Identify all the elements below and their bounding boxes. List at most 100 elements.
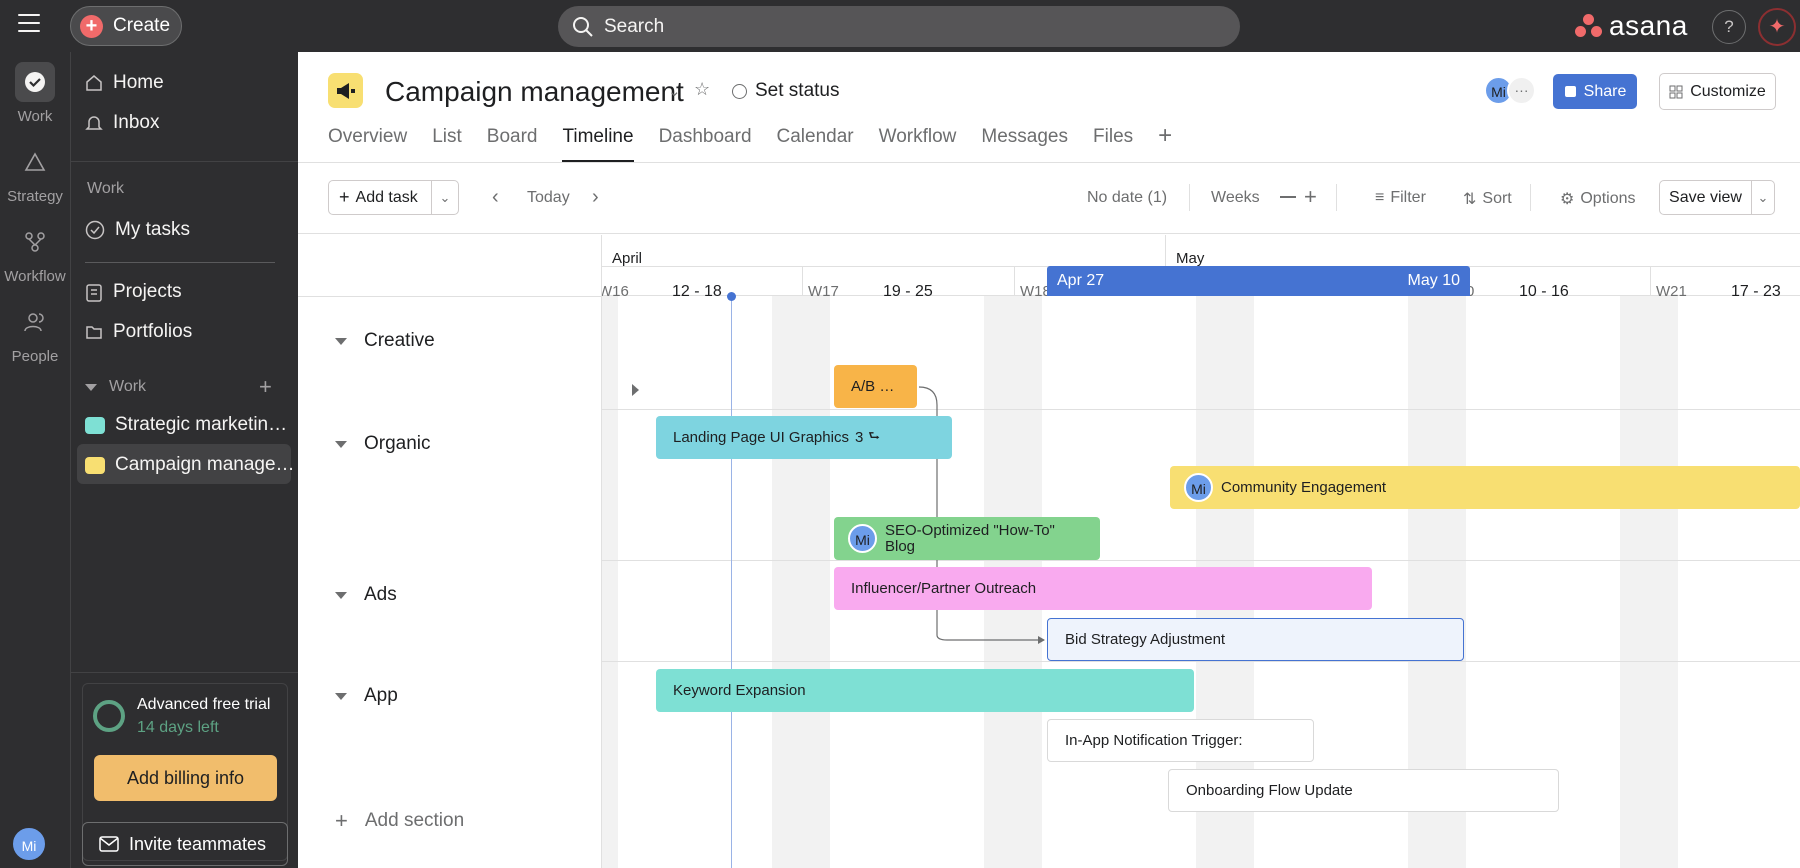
add-project-icon[interactable]: + (259, 374, 272, 400)
section-creative[interactable]: Creative (335, 330, 435, 352)
menu-icon[interactable] (18, 14, 40, 32)
sidebar-item-home[interactable]: Home (85, 72, 164, 94)
tab-messages[interactable]: Messages (981, 126, 1068, 162)
save-view-button[interactable]: Save view ⌄ (1659, 180, 1775, 215)
divider (298, 296, 602, 297)
share-label: Share (1583, 82, 1627, 100)
caret-down-icon (335, 692, 347, 700)
add-task-main[interactable]: + Add task (329, 181, 432, 214)
sidebar-item-inbox[interactable]: Inbox (85, 112, 159, 134)
search-input[interactable]: Search (558, 6, 1240, 47)
create-label: Create (113, 15, 171, 36)
no-date-button[interactable]: No date (1) (1087, 189, 1167, 207)
create-button[interactable]: + Create (70, 6, 182, 46)
filter-button[interactable]: ≡ Filter (1375, 189, 1426, 207)
task-label: Influencer/Partner Outreach (851, 580, 1037, 597)
section-organic[interactable]: Organic (335, 433, 431, 455)
next-icon[interactable]: › (592, 186, 599, 209)
task-label: Bid Strategy Adjustment (1065, 631, 1226, 648)
invite-label: Invite teammates (129, 833, 267, 854)
invite-teammates-button[interactable]: Invite teammates (82, 822, 288, 866)
sidebar-project-campaign[interactable]: Campaign manage… (85, 454, 295, 476)
task-bar[interactable]: Landing Page UI Graphics 3 ⮑ (656, 416, 952, 459)
options-label: Options (1580, 190, 1636, 207)
tab-calendar[interactable]: Calendar (777, 126, 854, 162)
section-label: App (364, 685, 398, 706)
tab-board[interactable]: Board (487, 126, 538, 162)
plus-icon: + (339, 187, 350, 207)
triangle-icon (15, 142, 55, 182)
project-tabs: Overview List Board Timeline Dashboard C… (328, 124, 1172, 162)
zoom-out-icon[interactable] (1280, 196, 1296, 198)
project-title[interactable]: Campaign management (385, 76, 684, 108)
add-section-button[interactable]: + Add section (335, 810, 464, 832)
sort-button[interactable]: ⇅ Sort (1463, 189, 1512, 209)
rail-item-strategy[interactable]: Strategy (0, 142, 70, 205)
add-billing-button[interactable]: Add billing info (94, 755, 277, 801)
task-bar[interactable]: A/B … (834, 365, 917, 408)
share-button[interactable]: Share (1553, 74, 1637, 109)
divider (298, 233, 1800, 234)
tab-list[interactable]: List (432, 126, 462, 162)
today-button[interactable]: Today (527, 189, 570, 207)
add-tab-icon[interactable]: + (1158, 124, 1172, 162)
section-label: Creative (364, 330, 435, 351)
rail-item-people[interactable]: People (0, 302, 70, 365)
task-bar[interactable]: Keyword Expansion (656, 669, 1194, 712)
section-ads[interactable]: Ads (335, 584, 397, 606)
options-button[interactable]: ⚙ Options (1560, 189, 1635, 209)
work-section-toggle[interactable]: Work (85, 378, 146, 396)
zoom-in-icon[interactable]: + (1304, 184, 1317, 210)
task-bar[interactable]: In-App Notification Trigger: (1047, 719, 1314, 762)
members-group[interactable]: Mi ··· (1484, 76, 1536, 105)
ai-sparkle-button[interactable]: ✦ (1758, 8, 1796, 46)
star-icon[interactable]: ☆ (694, 79, 710, 100)
save-view-label[interactable]: Save view (1660, 181, 1752, 214)
task-bar[interactable]: Influencer/Partner Outreach (834, 567, 1372, 610)
megaphone-icon[interactable] (328, 73, 363, 108)
section-app[interactable]: App (335, 685, 398, 707)
help-button[interactable]: ? (1712, 10, 1746, 44)
customize-button[interactable]: Customize (1659, 73, 1776, 110)
main-content: Campaign management ⌄ ☆ Set status Mi ··… (298, 52, 1800, 868)
sidebar-item-portfolios[interactable]: Portfolios (85, 321, 192, 343)
tab-timeline[interactable]: Timeline (562, 126, 634, 162)
sidebar-item-my-tasks[interactable]: My tasks (85, 219, 190, 241)
chevron-down-icon[interactable]: ⌄ (1752, 190, 1774, 206)
task-label: A/B … (851, 378, 895, 395)
sidebar-label: Inbox (113, 112, 160, 133)
weeks-zoom-label[interactable]: Weeks (1211, 189, 1260, 207)
task-bar[interactable]: Onboarding Flow Update (1168, 769, 1559, 812)
task-bar[interactable]: Mi Community Engagement (1170, 466, 1800, 509)
asana-logo[interactable]: asana (1575, 10, 1688, 42)
chevron-down-icon[interactable]: ⌄ (668, 82, 681, 100)
plus-icon: + (80, 14, 103, 38)
tab-overview[interactable]: Overview (328, 126, 407, 162)
caret-down-icon (335, 337, 347, 345)
rail-label: Work (17, 108, 53, 125)
tab-files[interactable]: Files (1093, 126, 1133, 162)
tab-workflow[interactable]: Workflow (879, 126, 957, 162)
task-label: Onboarding Flow Update (1186, 782, 1353, 799)
grid-icon (1669, 85, 1683, 98)
tab-dashboard[interactable]: Dashboard (659, 126, 752, 162)
project-color-swatch (85, 416, 105, 434)
sidebar-item-projects[interactable]: Projects (85, 281, 182, 303)
rail-item-workflow[interactable]: Workflow (0, 222, 70, 285)
sidebar-project-strategic[interactable]: Strategic marketin… (85, 414, 287, 436)
prev-icon[interactable]: ‹ (492, 186, 499, 209)
search-icon (573, 16, 593, 37)
task-bar[interactable]: Bid Strategy Adjustment (1047, 618, 1464, 661)
rail-item-work[interactable]: Work (0, 62, 70, 125)
task-bar[interactable]: Mi SEO-Optimized "How-To" Blog (834, 517, 1100, 560)
set-status-button[interactable]: Set status (732, 80, 840, 102)
rail-label: Workflow (4, 268, 66, 285)
top-bar: + Create Search asana ? ✦ (0, 0, 1800, 52)
trial-progress-ring (93, 700, 125, 732)
add-section-label: Add section (364, 810, 465, 831)
logo-dots-icon (1575, 14, 1603, 38)
user-avatar[interactable]: Mi (11, 826, 47, 862)
add-task-button[interactable]: + Add task ⌄ (328, 180, 459, 215)
project-color-swatch (85, 456, 105, 474)
chevron-down-icon[interactable]: ⌄ (432, 190, 458, 206)
